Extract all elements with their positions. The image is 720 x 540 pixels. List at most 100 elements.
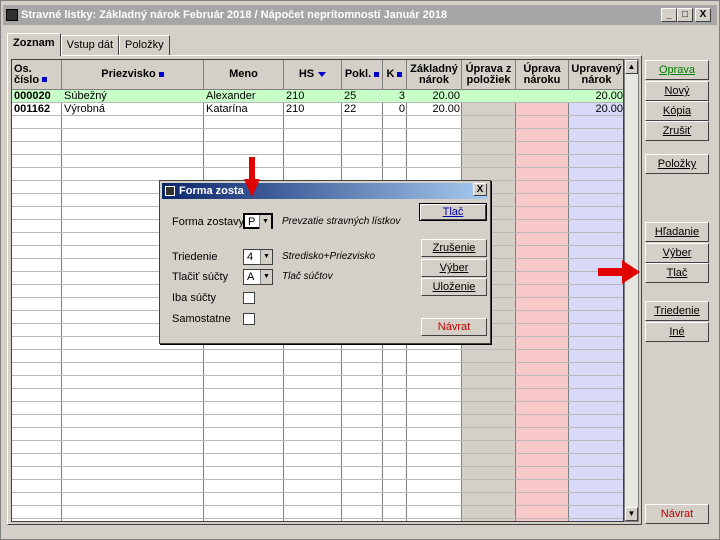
empty-table-row[interactable] — [12, 350, 623, 363]
tlac-button[interactable]: Tlač — [645, 263, 709, 283]
window-title: Stravné lístky: Základný nárok Február 2… — [21, 9, 448, 21]
vertical-scrollbar[interactable]: ▲ ▼ — [624, 59, 639, 522]
dialog-tlac-button[interactable]: Tlač — [419, 203, 487, 221]
empty-table-row[interactable] — [12, 454, 623, 467]
title-bar: Stravné lístky: Základný nárok Február 2… — [3, 5, 717, 25]
cell-upraveny: 20.00 — [595, 103, 623, 115]
kopia-button[interactable]: Kópia — [645, 101, 709, 121]
header-upraveny-line2: nárok — [581, 73, 612, 86]
empty-table-row[interactable] — [12, 415, 623, 428]
empty-table-row[interactable] — [12, 389, 623, 402]
empty-table-row[interactable] — [12, 376, 623, 389]
tab-polozky[interactable]: Položky — [119, 35, 170, 55]
cell-meno: Alexander — [206, 90, 256, 102]
header-hs[interactable]: HS — [284, 60, 342, 90]
empty-table-row[interactable] — [12, 441, 623, 454]
cell-uprava-nar — [516, 103, 569, 116]
table-row[interactable]: 000020 Súbežný Alexander 210 25 3 20.00 20.00 — [12, 90, 623, 103]
header-uprava-nar-line1: Úprava — [523, 62, 561, 75]
cell-uprava-nar — [516, 90, 569, 103]
dialog-navrat-button[interactable]: Návrat — [421, 318, 487, 336]
navrat-button[interactable]: Návrat — [645, 504, 709, 524]
samostatne-checkbox[interactable] — [243, 313, 255, 325]
iba-sucty-checkbox[interactable] — [243, 292, 255, 304]
cell-uprava-pol — [462, 103, 516, 116]
dialog-vyber-button[interactable]: Výber — [421, 259, 487, 277]
empty-table-row[interactable] — [12, 493, 623, 506]
scroll-down-icon[interactable]: ▼ — [625, 507, 638, 521]
tlacit-sucty-label: Tlačiť súčty — [172, 271, 229, 283]
polozky-button[interactable]: Položky — [645, 154, 709, 174]
zrusit-button[interactable]: Zrušiť — [645, 121, 709, 141]
triedenie-combo[interactable]: 4 ▼ — [243, 249, 273, 265]
empty-table-row[interactable] — [12, 155, 623, 168]
cell-priezvisko: Výrobná — [64, 103, 105, 115]
header-pokl-label: Pokl. — [344, 68, 372, 80]
dialog-app-icon — [165, 186, 175, 196]
scroll-up-icon[interactable]: ▲ — [625, 60, 638, 74]
cell-os: 001162 — [14, 103, 51, 115]
dialog-zrusenie-button[interactable]: Zrušenie — [421, 239, 487, 257]
cell-hs: 210 — [286, 103, 305, 115]
dialog-ulozenie-button[interactable]: Uloženie — [421, 278, 487, 296]
empty-table-row[interactable] — [12, 480, 623, 493]
header-hs-label: HS — [298, 68, 315, 80]
header-meno[interactable]: Meno — [204, 60, 284, 90]
minimize-button[interactable]: _ — [661, 8, 677, 22]
header-uprava-pol-line2: položiek — [466, 73, 511, 86]
dropdown-arrow-icon[interactable]: ▼ — [259, 215, 271, 229]
header-zakladny-narok[interactable]: Základný nárok — [407, 60, 462, 90]
empty-table-row[interactable] — [12, 467, 623, 480]
header-upraveny-narok[interactable]: Upravený nárok — [569, 60, 623, 90]
header-uprava-z-poloziek[interactable]: Úprava z položiek — [462, 60, 516, 90]
triedenie-hint: Stredisko+Priezvisko — [282, 251, 376, 262]
cell-os: 000020 — [14, 90, 51, 102]
sort-marker-icon — [158, 72, 164, 77]
cell-pokl: 25 — [344, 90, 357, 102]
forma-zostavy-combo[interactable]: P ▼ — [243, 213, 273, 229]
empty-table-row[interactable] — [12, 116, 623, 129]
header-pokl[interactable]: Pokl. — [342, 60, 383, 90]
novy-button[interactable]: Nový — [645, 81, 709, 101]
tab-vstup-dat[interactable]: Vstup dát — [60, 35, 120, 55]
empty-table-row[interactable] — [12, 129, 623, 142]
empty-table-row[interactable] — [12, 402, 623, 415]
samostatne-label: Samostatne — [172, 313, 231, 325]
header-k-label: K — [386, 68, 395, 80]
cell-k: 0 — [398, 103, 405, 115]
empty-table-row[interactable] — [12, 142, 623, 155]
header-priezvisko[interactable]: Priezvisko — [62, 60, 204, 90]
tab-strip: Zoznam Vstup dát Položky — [7, 33, 170, 56]
dropdown-arrow-icon[interactable]: ▼ — [260, 250, 272, 264]
dropdown-arrow-icon[interactable]: ▼ — [260, 270, 272, 284]
oprava-button[interactable]: Oprava — [645, 60, 709, 80]
hladanie-button[interactable]: Hľadanie — [645, 222, 709, 242]
empty-table-row[interactable] — [12, 363, 623, 376]
forma-zostavy-dialog: Forma zosta X Forma zostavy P ▼ Prevzati… — [159, 180, 491, 344]
header-uprava-pol-line1: Úprava z — [465, 62, 512, 75]
annotation-arrow-right-icon — [598, 260, 640, 284]
sort-marker-icon — [374, 72, 380, 77]
sort-marker-icon — [42, 77, 48, 83]
header-os-cislo[interactable]: Os. číslo — [12, 60, 62, 90]
ine-button[interactable]: Iné — [645, 322, 709, 342]
forma-zostavy-hint: Prevzatie stravných lístkov — [282, 216, 401, 227]
cell-hs: 210 — [286, 90, 305, 102]
empty-table-row[interactable] — [12, 428, 623, 441]
caption-buttons: _ □ X — [661, 8, 711, 22]
cell-pokl: 22 — [344, 103, 357, 115]
triedenie-button[interactable]: Triedenie — [645, 301, 709, 321]
close-button[interactable]: X — [695, 8, 711, 22]
vyber-button[interactable]: Výber — [645, 243, 709, 263]
dialog-close-button[interactable]: X — [473, 183, 487, 196]
header-k[interactable]: K — [383, 60, 407, 90]
empty-table-row[interactable] — [12, 506, 623, 519]
cell-upraveny: 20.00 — [595, 90, 623, 102]
forma-zostavy-label: Forma zostavy — [172, 216, 245, 228]
table-row[interactable]: 001162 Výrobná Katarína 210 22 0 20.00 20.00 — [12, 103, 623, 116]
header-uprava-naroku[interactable]: Úprava nároku — [516, 60, 569, 90]
tab-zoznam[interactable]: Zoznam — [7, 33, 61, 56]
maximize-button[interactable]: □ — [677, 8, 693, 22]
header-priezvisko-label: Priezvisko — [101, 68, 156, 80]
tlacit-sucty-combo[interactable]: A ▼ — [243, 269, 273, 285]
